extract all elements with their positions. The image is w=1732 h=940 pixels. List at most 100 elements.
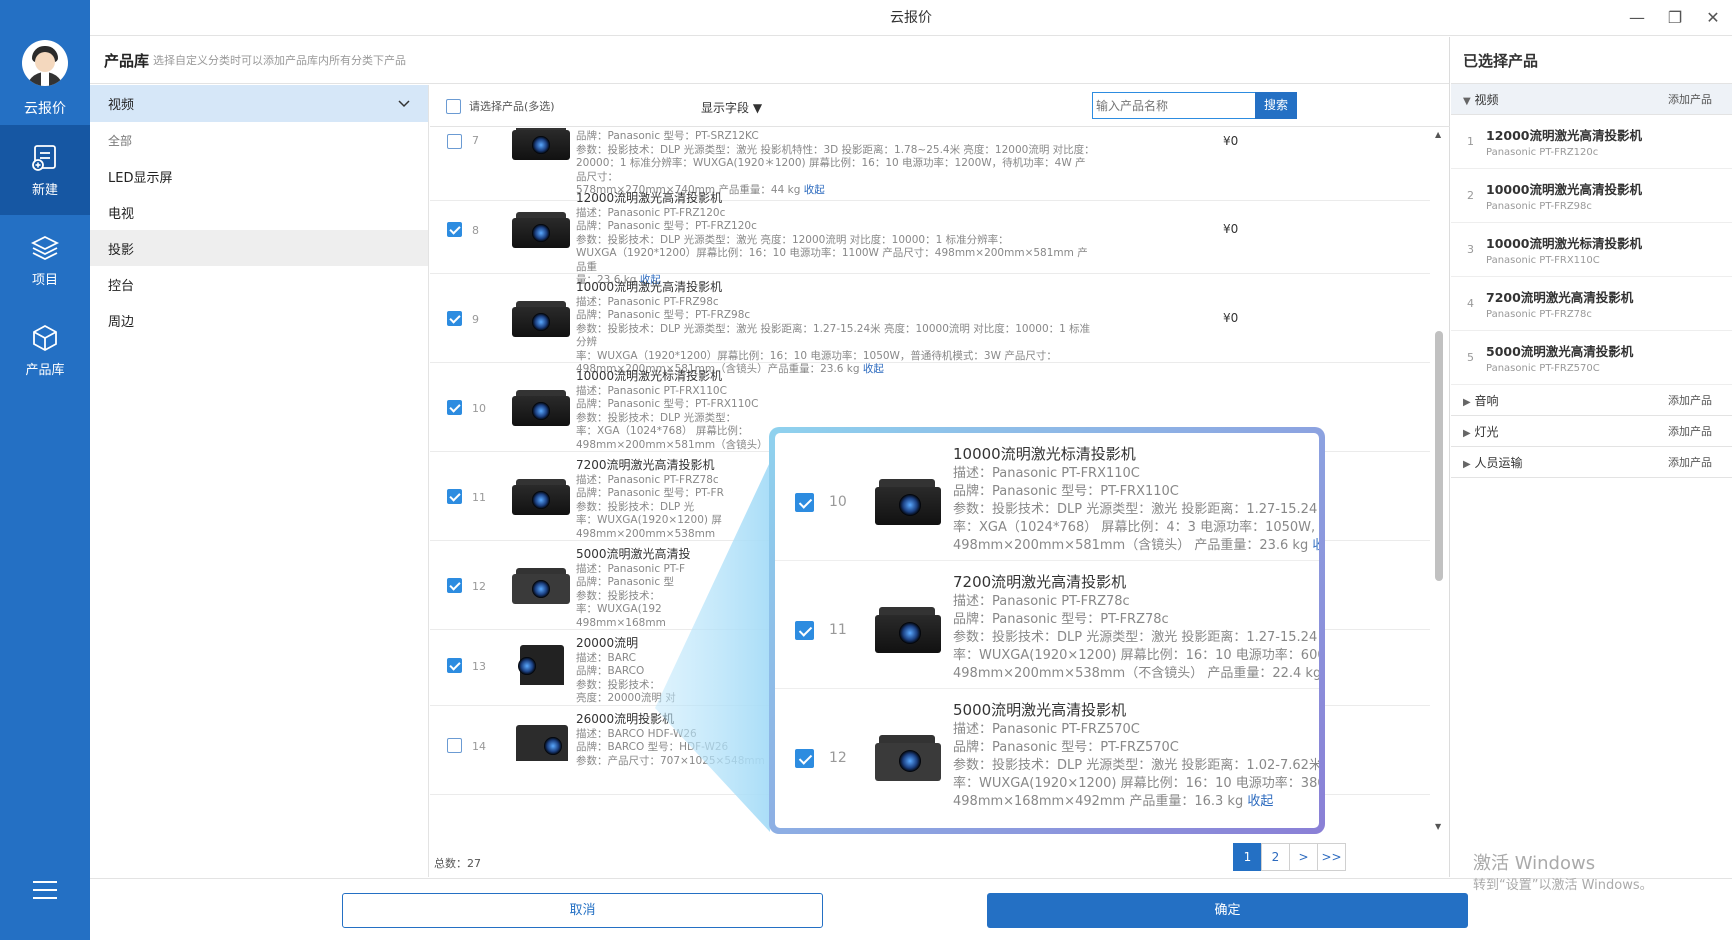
avatar[interactable] bbox=[22, 40, 68, 86]
add-product-button[interactable]: 添加产品 bbox=[1668, 454, 1712, 470]
page-2[interactable]: 2 bbox=[1261, 843, 1290, 871]
selected-item-model: Panasonic PT-FRZ570C bbox=[1486, 363, 1600, 374]
nav-product-library[interactable]: 产品库 bbox=[0, 305, 90, 395]
caret-right-icon: ▶ bbox=[1463, 458, 1471, 470]
group-audio-label: 音响 bbox=[1474, 393, 1499, 408]
product-brand: 品牌：Panasonic 型号：PT-FRX110C bbox=[576, 398, 759, 410]
menu-icon[interactable] bbox=[33, 881, 57, 905]
category-dropdown-value: 视频 bbox=[108, 98, 135, 113]
category-tv[interactable]: 电视 bbox=[90, 194, 428, 230]
page-next[interactable]: > bbox=[1289, 843, 1318, 871]
add-product-button[interactable]: 添加产品 bbox=[1668, 91, 1712, 107]
selected-item[interactable]: 3 10000流明激光标清投影机 Panasonic PT-FRX110C bbox=[1451, 223, 1732, 277]
product-params-cont: 20000：1 标准分辨率：WUXGA(1920＊1200) 屏幕比例：16：1… bbox=[576, 157, 1086, 183]
group-audio[interactable]: ▶ 音响 添加产品 bbox=[1451, 385, 1732, 416]
total-count: 总数：27 bbox=[434, 857, 481, 870]
nav-projects[interactable]: 项目 bbox=[0, 215, 90, 305]
minimize-icon[interactable]: — bbox=[1620, 0, 1654, 36]
group-lighting-label: 灯光 bbox=[1474, 424, 1499, 439]
category-projector[interactable]: 投影 bbox=[90, 230, 428, 266]
product-image bbox=[873, 473, 945, 533]
table-row[interactable]: 8 12000流明激光高清投影机 描述：Panasonic PT-FRZ120c… bbox=[430, 186, 1430, 286]
selected-item-number: 3 bbox=[1467, 243, 1474, 256]
category-dropdown[interactable]: 视频 bbox=[90, 85, 428, 122]
close-icon[interactable]: ✕ bbox=[1696, 0, 1730, 36]
product-params-cont: 率：XGA（1024*768） 屏幕比例：4：3 电源功率：1050W, bbox=[953, 520, 1316, 535]
page-1[interactable]: 1 bbox=[1233, 843, 1262, 871]
library-header: 产品库 选择自定义分类时可以添加产品库内所有分类下产品 bbox=[90, 37, 1449, 84]
selected-item[interactable]: 2 10000流明激光高清投影机 Panasonic PT-FRZ98c bbox=[1451, 169, 1732, 223]
watermark-line1: 激活 Windows bbox=[1473, 853, 1596, 874]
category-peripherals[interactable]: 周边 bbox=[90, 302, 428, 338]
row-checkbox[interactable] bbox=[447, 489, 462, 504]
row-checkbox[interactable] bbox=[447, 400, 462, 415]
cancel-button[interactable]: 取消 bbox=[342, 893, 823, 928]
product-desc: 描述：Panasonic PT-FRX110C bbox=[576, 384, 727, 397]
search-input[interactable] bbox=[1092, 92, 1256, 119]
chevron-down-icon bbox=[398, 99, 410, 107]
product-params-cont: 率：WUXGA（1920*1200）屏幕比例：16：10 电源功率：1050W，… bbox=[576, 349, 1057, 362]
group-video-label: 视频 bbox=[1474, 92, 1499, 107]
zoomed-row[interactable]: 12 5000流明激光高清投影机 描述：Panasonic PT-FRZ570C… bbox=[775, 689, 1319, 817]
table-row[interactable]: 9 10000流明激光高清投影机 描述：Panasonic PT-FRZ98c … bbox=[430, 275, 1430, 375]
zoomed-row[interactable]: 11 7200流明激光高清投影机 描述：Panasonic PT-FRZ78c … bbox=[775, 561, 1319, 689]
product-price: ¥0 bbox=[1223, 134, 1239, 148]
row-checkbox[interactable] bbox=[795, 493, 814, 512]
row-checkbox[interactable] bbox=[447, 134, 462, 149]
cube-icon bbox=[33, 324, 57, 351]
product-params: 参数：投影技术：DLP 光源类型：激光 投影距离：1.27-15.24 bbox=[953, 630, 1318, 645]
display-fields-dropdown[interactable]: 显示字段 ▼ bbox=[701, 99, 762, 116]
new-document-icon bbox=[32, 144, 56, 171]
product-info: 12000流明激光高清投影机 描述：Panasonic PT-FRZ120c 品… bbox=[576, 191, 1096, 288]
selected-item[interactable]: 1 12000流明激光高清投影机 Panasonic PT-FRZ120c bbox=[1451, 115, 1732, 169]
confirm-button[interactable]: 确定 bbox=[987, 893, 1468, 928]
collapse-link[interactable]: 收起 bbox=[1247, 794, 1273, 809]
collapse-link[interactable]: 收起 bbox=[1312, 538, 1319, 553]
product-brand: 品牌：Panasonic 型号：PT-SRZ12KC bbox=[576, 130, 759, 142]
list-scrollbar[interactable]: ▲ ▼ bbox=[1432, 128, 1446, 833]
group-lighting[interactable]: ▶ 灯光 添加产品 bbox=[1451, 416, 1732, 447]
page-last[interactable]: >> bbox=[1317, 843, 1346, 871]
add-product-button[interactable]: 添加产品 bbox=[1668, 392, 1712, 408]
row-checkbox[interactable] bbox=[447, 311, 462, 326]
product-name: 12000流明激光高清投影机 bbox=[576, 191, 723, 205]
product-params: 参数：投影技术：DLP 光源类型：激光 投影机特性：3D 投影距离：1.78~2… bbox=[576, 143, 1095, 156]
product-params: 参数：投影技术：DLP 光源类型： bbox=[576, 411, 737, 424]
selected-item[interactable]: 4 7200流明激光高清投影机 Panasonic PT-FRZ78c bbox=[1451, 277, 1732, 331]
scroll-down-icon[interactable]: ▼ bbox=[1435, 822, 1441, 831]
product-params: 参数：投影技术：DLP 光源类型：激光 投影距离：1.27-15.24米 亮度：… bbox=[576, 322, 1091, 349]
add-product-button[interactable]: 添加产品 bbox=[1668, 423, 1712, 439]
selected-item-number: 5 bbox=[1467, 351, 1474, 364]
category-led[interactable]: LED显示屏 bbox=[90, 158, 428, 194]
category-console[interactable]: 控台 bbox=[90, 266, 428, 302]
caret-right-icon: ▶ bbox=[1463, 427, 1471, 439]
selected-item[interactable]: 5 5000流明激光高清投影机 Panasonic PT-FRZ570C bbox=[1451, 331, 1732, 385]
product-params-cont: 率：WUXGA(1920×1200) 屏幕比例：16：10 电源功率：380W bbox=[953, 776, 1319, 791]
product-info: 10000流明激光标清投影机 描述：Panasonic PT-FRX110C 品… bbox=[953, 445, 1319, 555]
row-checkbox[interactable] bbox=[795, 749, 814, 768]
row-index: 10 bbox=[829, 494, 847, 510]
row-checkbox[interactable] bbox=[447, 738, 462, 753]
zoomed-row[interactable]: 10 10000流明激光标清投影机 描述：Panasonic PT-FRX110… bbox=[775, 433, 1319, 561]
row-checkbox[interactable] bbox=[795, 621, 814, 640]
restore-icon[interactable]: ❐ bbox=[1658, 0, 1692, 36]
search-button[interactable]: 搜索 bbox=[1255, 92, 1297, 119]
nav-product-library-label: 产品库 bbox=[25, 362, 65, 378]
category-all[interactable]: 全部 bbox=[90, 122, 428, 158]
row-checkbox[interactable] bbox=[447, 658, 462, 673]
scroll-up-icon[interactable]: ▲ bbox=[1435, 130, 1441, 139]
select-all-checkbox[interactable] bbox=[446, 99, 461, 114]
group-video[interactable]: ▼ 视频 添加产品 bbox=[1451, 84, 1732, 115]
row-checkbox[interactable] bbox=[447, 222, 462, 237]
row-index: 13 bbox=[472, 660, 486, 673]
group-transport[interactable]: ▶ 人员运输 添加产品 bbox=[1451, 447, 1732, 478]
selected-item-model: Panasonic PT-FRZ120c bbox=[1486, 147, 1599, 158]
select-all-label: 请选择产品(多选) bbox=[469, 100, 555, 113]
nav-new[interactable]: 新建 bbox=[0, 125, 90, 215]
scrollbar-thumb[interactable] bbox=[1435, 331, 1443, 581]
product-image bbox=[510, 643, 572, 693]
app-name: 云报价 bbox=[24, 101, 66, 117]
selected-item-title: 10000流明激光高清投影机 bbox=[1486, 182, 1642, 197]
row-checkbox[interactable] bbox=[447, 578, 462, 593]
product-price: ¥0 bbox=[1223, 222, 1239, 236]
